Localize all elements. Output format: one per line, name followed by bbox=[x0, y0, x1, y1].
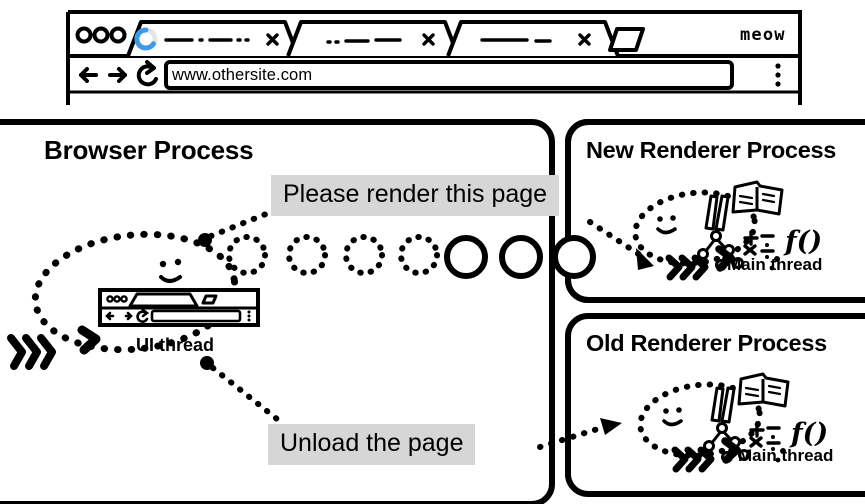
address-bar-value[interactable]: www.othersite.com bbox=[172, 67, 312, 84]
browser-brand-label: meow bbox=[740, 25, 786, 45]
diagram-canvas: f() f() www.othersite.com meow Browser P… bbox=[0, 0, 865, 504]
message-please-render-this-page: Please render this page bbox=[271, 175, 560, 216]
label-main-thread-new: Main thread bbox=[727, 255, 823, 274]
label-main-thread-old: Main thread bbox=[738, 446, 834, 465]
panel-title-old-renderer-process: Old Renderer Process bbox=[586, 330, 827, 356]
label-ui-thread: UI thread bbox=[136, 335, 215, 355]
message-unload-the-page: Unload the page bbox=[268, 424, 476, 465]
panel-title-new-renderer-process: New Renderer Process bbox=[586, 137, 837, 163]
panel-title-browser-process: Browser Process bbox=[44, 135, 254, 165]
diagram-text-layer: www.othersite.com meow Browser Process N… bbox=[0, 0, 865, 504]
